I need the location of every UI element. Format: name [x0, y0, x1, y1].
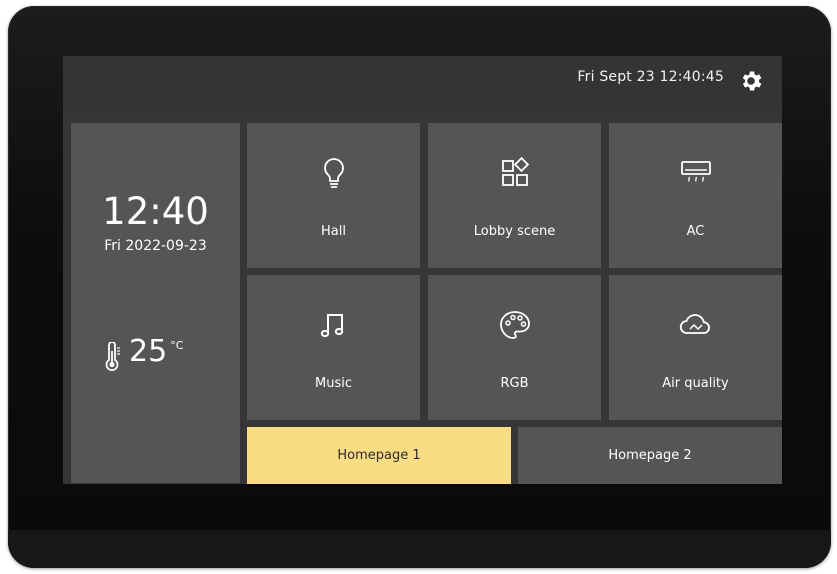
- tile-label: Hall: [321, 224, 346, 239]
- cloud-icon: [679, 314, 710, 334]
- tile-label: RGB: [500, 376, 529, 391]
- header-datetime: Fri Sept 23 12:40:45: [577, 69, 724, 85]
- tile-hall[interactable]: Hall: [247, 123, 420, 268]
- tile-label: AC: [686, 224, 705, 239]
- temperature-readout: 25 °C: [101, 337, 183, 372]
- tile-label: Lobby scene: [473, 224, 556, 239]
- air-conditioner-icon: [680, 161, 711, 182]
- temperature-value: 25: [129, 334, 168, 369]
- tab-homepage-2[interactable]: Homepage 2: [518, 427, 782, 484]
- gear-icon[interactable]: [738, 68, 764, 94]
- tile-rgb[interactable]: RGB: [428, 275, 601, 420]
- music-note-icon: [320, 314, 343, 338]
- clock-time: 12:40: [102, 190, 209, 233]
- tab-homepage-1[interactable]: Homepage 1: [247, 427, 511, 484]
- clock-weather-panel: 12:40 Fri 2022-09-23 25 °C: [71, 123, 240, 483]
- status-bar: Fri Sept 23 12:40:45: [63, 56, 782, 108]
- device-bezel: [8, 530, 831, 568]
- temperature-unit: °C: [170, 339, 184, 352]
- touch-screen: Fri Sept 23 12:40:45 12:40 Fri 2022-09-2…: [63, 56, 782, 484]
- thermometer-icon: [105, 342, 120, 371]
- tile-label: Air quality: [662, 376, 729, 391]
- tile-ac[interactable]: AC: [609, 123, 782, 268]
- scene-grid-icon: [501, 156, 529, 186]
- tile-lobby-scene[interactable]: Lobby scene: [428, 123, 601, 268]
- lightbulb-icon: [323, 158, 344, 188]
- tile-music[interactable]: Music: [247, 275, 420, 420]
- clock-date: Fri 2022-09-23: [104, 238, 207, 254]
- tile-label: Music: [315, 376, 352, 391]
- tile-air-quality[interactable]: Air quality: [609, 275, 782, 420]
- palette-icon: [499, 311, 530, 339]
